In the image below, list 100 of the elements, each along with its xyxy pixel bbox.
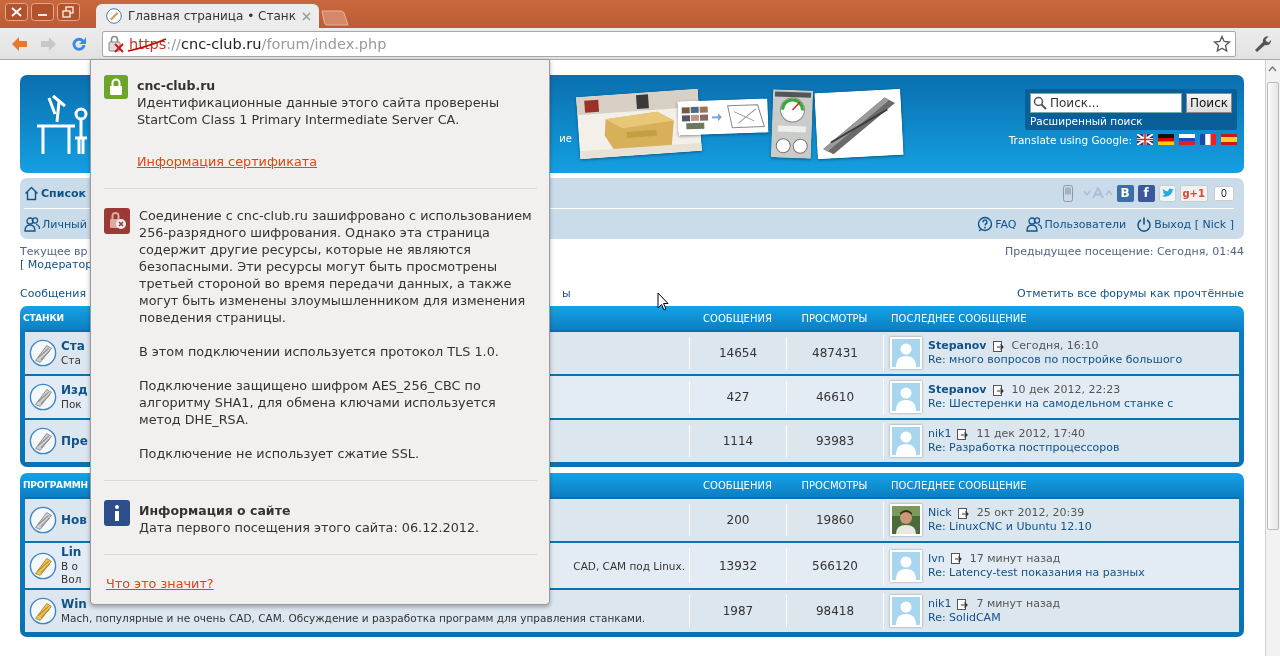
- lock-icon: [104, 75, 128, 99]
- forum-title-link[interactable]: Ста: [61, 339, 85, 354]
- users-icon: [1026, 216, 1043, 232]
- author-link[interactable]: nik1: [928, 597, 952, 611]
- restore-icon[interactable]: [57, 3, 80, 21]
- user-icon: [24, 216, 40, 232]
- site-tagline: ие: [558, 133, 572, 144]
- search-button[interactable]: Поиск: [1186, 92, 1232, 113]
- post-icon[interactable]: [992, 340, 1004, 352]
- translate-label: Translate using Google:: [1008, 133, 1132, 146]
- close-icon[interactable]: [5, 3, 28, 21]
- favicon-icon: [106, 8, 122, 24]
- russia-flag-icon[interactable]: [1179, 134, 1195, 145]
- vk-share-button[interactable]: B: [1116, 184, 1134, 202]
- posts-count: 427: [689, 381, 786, 413]
- home-icon: [24, 185, 39, 201]
- post-icon[interactable]: [957, 507, 969, 519]
- popup-paragraph: Подключение не использует сжатие SSL.: [139, 445, 420, 462]
- topic-link[interactable]: Re: Шестеренки на самодельном станке с: [928, 397, 1174, 411]
- facebook-share-button[interactable]: f: [1137, 184, 1155, 202]
- forum-title-link[interactable]: Изд: [61, 383, 88, 398]
- google-plus-share-button[interactable]: g+1: [1179, 184, 1208, 202]
- logout-link[interactable]: Выход [ Nick ]: [1154, 217, 1234, 231]
- popup-paragraph: Подключение защищено шифром AES_256_CBC по алгоритму SHA1, для обмена ключами используется метод DHE_RSA.: [139, 377, 497, 428]
- popup-paragraph: Идентификационные данные этого сайта проверены StartCom Class 1 Primary Intermediate Server CA.: [137, 94, 501, 128]
- forum-description: В о: [61, 560, 78, 573]
- post-time: 7 минут назад: [976, 597, 1061, 611]
- views-count: 46610: [786, 381, 883, 413]
- column-header: ПРОСМОТРЫ: [800, 479, 869, 491]
- post-icon[interactable]: [957, 598, 969, 610]
- views-count: 487431: [786, 337, 883, 369]
- avatar-icon: [892, 339, 920, 367]
- forum-title-link[interactable]: Lin: [61, 545, 82, 560]
- advanced-search-link[interactable]: Расширенный поиск: [1030, 114, 1232, 127]
- logo-drawing[interactable]: [35, 92, 90, 156]
- popup-paragraph: В этом подключении используется протокол TLS 1.0.: [139, 343, 500, 360]
- scroll-up-icon[interactable]: [1266, 64, 1279, 74]
- users-link[interactable]: Пользователи: [1044, 217, 1127, 231]
- scrollbar-thumb[interactable]: [1267, 82, 1279, 530]
- mark-forums-read-link[interactable]: Отметить все форумы как прочтённые: [1017, 287, 1244, 300]
- link-text[interactable]: ы: [562, 287, 571, 300]
- column-header: ПОСЛЕДНЕЕ СООБЩЕНИЕ: [890, 312, 1028, 324]
- posts-link[interactable]: Сообщения: [20, 287, 86, 300]
- search-field[interactable]: Поиск...: [1030, 92, 1182, 113]
- post-time: Сегодня, 16:10: [1011, 339, 1099, 353]
- author-link[interactable]: Stepanov: [928, 339, 987, 353]
- topic-link[interactable]: Re: Latency-test показания на разных: [928, 565, 1145, 580]
- moderator-link[interactable]: [ Модератор: [20, 258, 93, 271]
- avatar-icon: [892, 427, 920, 455]
- forum-description: Вол: [61, 573, 82, 586]
- star-icon[interactable]: [1213, 34, 1231, 53]
- certificate-info-link[interactable]: Информация сертификата: [137, 153, 318, 170]
- author-link[interactable]: Ivn: [928, 551, 945, 566]
- topic-link[interactable]: Re: много вопросов по постройке большого: [928, 353, 1183, 367]
- post-icon[interactable]: [957, 428, 969, 440]
- minimize-icon[interactable]: [31, 3, 54, 21]
- author-link[interactable]: Stepanov: [928, 383, 987, 397]
- cursor-icon: [657, 292, 669, 311]
- avatar-icon: [892, 597, 920, 625]
- forum-index-link[interactable]: Список: [41, 186, 86, 200]
- share-count: 0: [1213, 185, 1234, 201]
- topic-link[interactable]: Re: SolidCAM: [928, 611, 1061, 625]
- posts-count: 13932: [689, 548, 786, 583]
- post-icon[interactable]: [950, 553, 962, 564]
- post-time: 17 минут назад: [969, 551, 1061, 566]
- broken-lock-icon: [104, 208, 130, 234]
- current-time-text: Текущее вр: [20, 245, 88, 258]
- broken-lock-icon: [107, 34, 125, 53]
- post-time: 10 дек 2012, 22:23: [1011, 383, 1121, 397]
- views-count: 98418: [786, 595, 883, 627]
- author-link[interactable]: Nick: [928, 506, 952, 520]
- author-link[interactable]: nik1: [928, 427, 952, 441]
- forum-title-link[interactable]: Нов: [61, 512, 87, 528]
- forum-title-link[interactable]: Win: [61, 597, 87, 612]
- search-icon: [1033, 95, 1047, 110]
- user-control-panel-link[interactable]: Личный: [42, 217, 87, 231]
- help-link[interactable]: Что это значит?: [106, 575, 214, 592]
- power-icon: [1136, 216, 1153, 232]
- spain-flag-icon[interactable]: [1221, 134, 1237, 145]
- topic-link[interactable]: Re: Разработка постпроцессоров: [928, 441, 1120, 455]
- germany-flag-icon[interactable]: [1158, 134, 1174, 145]
- france-flag-icon[interactable]: [1200, 134, 1216, 145]
- uk-flag-icon[interactable]: [1137, 134, 1153, 145]
- avatar-icon: [892, 551, 920, 580]
- post-icon[interactable]: [992, 384, 1004, 396]
- views-count: 19860: [786, 504, 883, 536]
- forum-title-link[interactable]: Пре: [61, 433, 88, 449]
- forum-description: Пок: [61, 398, 82, 411]
- browser-tab[interactable]: Главная страница • Станк: [96, 4, 319, 28]
- posts-count: 1987: [689, 595, 786, 627]
- popup-title: cnc-club.ru: [137, 77, 217, 94]
- topic-link[interactable]: Re: LinuxCNC и Ubuntu 12.10: [928, 520, 1092, 534]
- column-header: ПРОСМОТРЫ: [800, 312, 869, 324]
- forum-description: CAD, CAM под Linux.: [573, 560, 685, 573]
- help-icon: [977, 216, 994, 232]
- avatar-icon: [892, 383, 920, 411]
- faq-link[interactable]: FAQ: [995, 217, 1017, 231]
- forum-description: Mach, популярные и не очень CAD, CAM. Обсуждение и разработка программ для управления станками.: [61, 612, 646, 625]
- post-time: 11 дек 2012, 17:40: [976, 427, 1086, 441]
- info-icon: [104, 500, 130, 526]
